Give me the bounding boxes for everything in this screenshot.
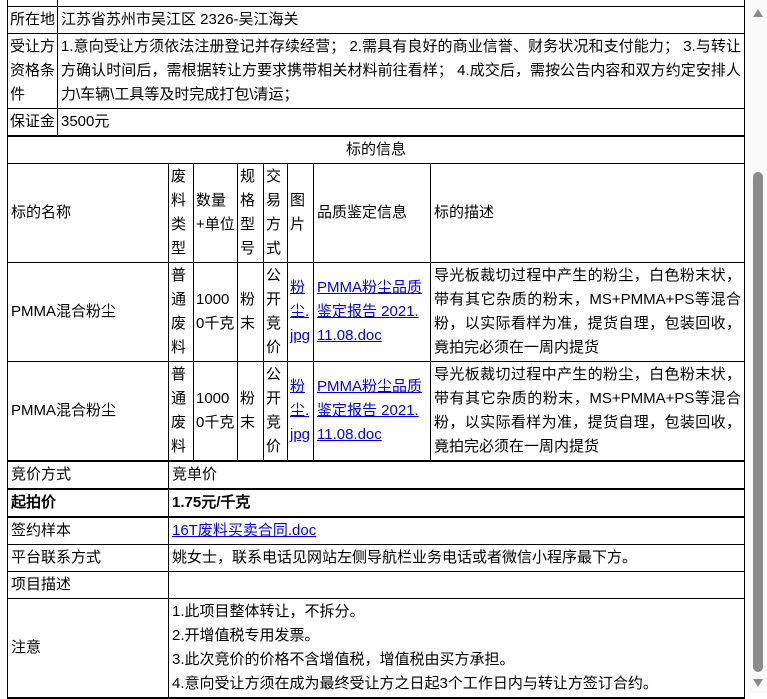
subject-waste-type: 普通废料 [168,262,194,362]
quality-report-link[interactable]: PMMA粉尘品质鉴定报告 2021.11.08.doc [317,378,422,443]
detail-table: 竞价方式 竞单价 起拍价 1.75元/千克 签约样本 16T废料买卖合同.doc… [7,461,745,699]
image-link[interactable]: 粉尘.jpg [290,378,310,443]
subject-row: PMMA混合粉尘 普通废料 10000千克 粉末 公开竞价 粉尘.jpg PMM… [7,361,745,461]
info-table: 所在地 江苏省苏州市吴江区 2326-吴江海关 受让方资格条件 1.意向受让方须… [7,0,745,136]
col-header-quantity: 数量+单位 [193,163,238,263]
subject-spec: 粉末 [237,361,264,461]
project-desc-value [168,571,745,599]
note-item: 1.此项目整体转让，不拆分。 [172,603,365,620]
subject-waste-type: 普通废料 [168,361,194,461]
table-row: 签约样本 16T废料买卖合同.doc [7,516,745,545]
table-row: 标的信息 [7,136,745,164]
project-desc-label: 项目描述 [7,571,169,599]
scroll-down-icon[interactable] [753,679,763,687]
subject-trade-mode: 公开竞价 [263,361,288,461]
col-header-spec: 规格型号 [237,163,264,263]
deposit-label: 保证金 [7,108,58,136]
bid-mode-value: 竞单价 [168,461,745,490]
scroll-up-icon[interactable] [753,9,763,17]
start-price-value: 1.75元/千克 [168,488,745,518]
start-price-label: 起拍价 [7,488,169,518]
note-item: 3.此次竞价的价格不含增值税，增值税由买方承担。 [172,651,515,668]
qualification-label: 受让方资格条件 [7,33,58,109]
subject-quantity: 10000千克 [193,262,238,362]
contract-sample-label: 签约样本 [7,516,169,545]
subject-description: 导光板裁切过程中产生的粉尘，白色粉末状，带有其它杂质的粉末，MS+PMMA+PS… [430,262,745,362]
col-header-image: 图片 [287,163,314,263]
table-row: 注意 1.此项目整体转让，不拆分。 2.开增值税专用发票。 3.此次竞价的价格不… [7,598,745,699]
image-link[interactable]: 粉尘.jpg [290,279,310,344]
location-value: 江苏省苏州市吴江区 2326-吴江海关 [57,6,745,34]
subject-table: 标的信息 标的名称 废料类型 数量+单位 规格型号 交易方式 图片 品质鉴定信息… [7,136,745,461]
subject-row: PMMA混合粉尘 普通废料 10000千克 粉末 公开竞价 粉尘.jpg PMM… [7,262,745,362]
listing-detail-panel: 所在地 江苏省苏州市吴江区 2326-吴江海关 受让方资格条件 1.意向受让方须… [7,0,745,699]
table-row: 项目描述 [7,571,745,599]
col-header-description: 标的描述 [430,163,745,263]
notes-label: 注意 [7,598,169,699]
note-item: 4.意向受让方须在成为最终受让方之日起3个工作日内与转让方签订合约。 [172,675,658,692]
subject-spec: 粉末 [237,262,264,362]
table-row: 保证金 3500元 [7,108,745,136]
platform-contact-value: 姚女士，联系电话见网站左侧导航栏业务电话或者微信小程序最下方。 [168,544,745,572]
table-row: 受让方资格条件 1.意向受让方须依法注册登记并存续经营； 2.需具有良好的商业信… [7,33,745,109]
subject-quantity: 10000千克 [193,361,238,461]
location-label: 所在地 [7,6,58,34]
table-row: 平台联系方式 姚女士，联系电话见网站左侧导航栏业务电话或者微信小程序最下方。 [7,544,745,572]
subject-trade-mode: 公开竞价 [263,262,288,362]
table-row: 所在地 江苏省苏州市吴江区 2326-吴江海关 [7,6,745,34]
contract-sample-link[interactable]: 16T废料买卖合同.doc [172,522,316,539]
col-header-name: 标的名称 [7,163,169,263]
col-header-quality-info: 品质鉴定信息 [313,163,431,263]
deposit-value: 3500元 [57,108,745,136]
col-header-waste-type: 废料类型 [168,163,194,263]
subject-section-title: 标的信息 [7,136,745,164]
table-row: 起拍价 1.75元/千克 [7,488,745,518]
vertical-scrollbar[interactable] [750,0,767,693]
subject-description: 导光板裁切过程中产生的粉尘，白色粉末状，带有其它杂质的粉末，MS+PMMA+PS… [430,361,745,461]
note-item: 2.开增值税专用发票。 [172,627,320,644]
scrollbar-thumb[interactable] [753,172,763,672]
col-header-trade-mode: 交易方式 [263,163,288,263]
qualification-value: 1.意向受让方须依法注册登记并存续经营； 2.需具有良好的商业信誉、财务状况和支… [57,33,745,109]
subject-name: PMMA混合粉尘 [7,262,169,362]
bid-mode-label: 竞价方式 [7,461,169,490]
platform-contact-label: 平台联系方式 [7,544,169,572]
quality-report-link[interactable]: PMMA粉尘品质鉴定报告 2021.11.08.doc [317,279,422,344]
table-header-row: 标的名称 废料类型 数量+单位 规格型号 交易方式 图片 品质鉴定信息 标的描述 [7,163,745,263]
subject-name: PMMA混合粉尘 [7,361,169,461]
notes-value: 1.此项目整体转让，不拆分。 2.开增值税专用发票。 3.此次竞价的价格不含增值… [168,598,745,699]
table-row: 竞价方式 竞单价 [7,461,745,490]
